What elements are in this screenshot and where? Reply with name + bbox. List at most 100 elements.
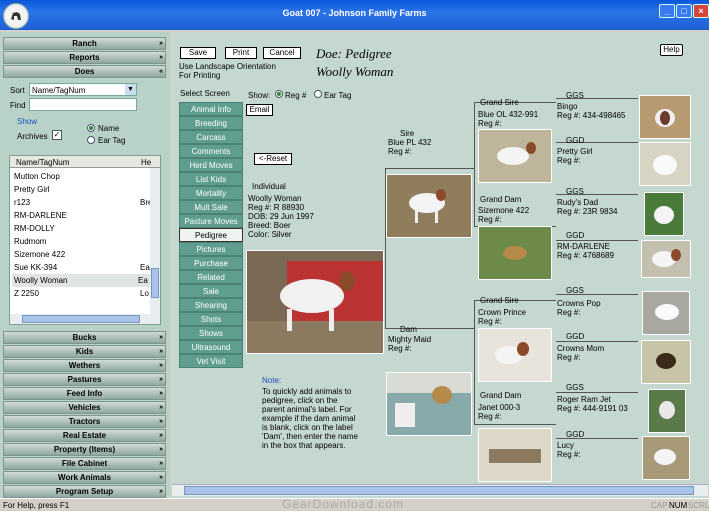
list-item[interactable]: Pretty Girl bbox=[14, 183, 150, 196]
ggs-1-photo[interactable] bbox=[639, 95, 691, 139]
reset-button[interactable]: <-Reset bbox=[254, 153, 292, 165]
section-wethers[interactable]: Wethers» bbox=[3, 359, 166, 372]
grand-dam-1-photo[interactable] bbox=[478, 226, 552, 280]
ggd-2-photo[interactable] bbox=[641, 240, 691, 278]
main-panel: Save Print Cancel Use Landscape Orientat… bbox=[172, 32, 708, 498]
section-file-cabinet[interactable]: File Cabinet» bbox=[3, 457, 166, 470]
radio-name[interactable] bbox=[87, 124, 95, 132]
screen-sale[interactable]: Sale bbox=[179, 284, 243, 298]
section-program-setup[interactable]: Program Setup» bbox=[3, 485, 166, 498]
section-tractors[interactable]: Tractors» bbox=[3, 415, 166, 428]
ggd-3-label[interactable]: GGD bbox=[566, 332, 584, 341]
list-item[interactable]: r123 Bre bbox=[14, 196, 152, 209]
ggd-3-photo[interactable] bbox=[641, 340, 691, 384]
radio-eartag[interactable] bbox=[87, 136, 95, 144]
grand-dam-2-label[interactable]: Grand Dam bbox=[480, 391, 521, 400]
grand-dam-1-label[interactable]: Grand Dam bbox=[480, 195, 521, 204]
ggs-2-label[interactable]: GGS bbox=[566, 187, 584, 196]
ggd-1-label[interactable]: GGD bbox=[566, 136, 584, 145]
screen-vet-visit[interactable]: Vet Visit bbox=[179, 354, 243, 368]
ggs-2-photo[interactable] bbox=[644, 192, 684, 236]
ggs-3-label[interactable]: GGS bbox=[566, 286, 584, 295]
animal-list[interactable]: Name/TagNum He Mutton Chop Pretty Girl r… bbox=[9, 155, 161, 325]
ggd-4-label[interactable]: GGD bbox=[566, 430, 584, 439]
section-property[interactable]: Property (Items)» bbox=[3, 443, 166, 456]
ggs-4-label[interactable]: GGS bbox=[566, 383, 584, 392]
help-button[interactable]: Help bbox=[660, 44, 683, 56]
screen-pasture-moves[interactable]: Pasture Moves bbox=[179, 214, 243, 228]
screen-shows[interactable]: Shows bbox=[179, 326, 243, 340]
screen-mult-sale[interactable]: Mult Sale bbox=[179, 200, 243, 214]
screen-mortality[interactable]: Mortality bbox=[179, 186, 243, 200]
section-reports[interactable]: Reports» bbox=[3, 51, 166, 64]
sort-select[interactable]: Name/TagNum ▼ bbox=[29, 83, 137, 96]
note-body: To quickly add animals to pedigree, clic… bbox=[262, 387, 358, 450]
find-input[interactable] bbox=[29, 98, 137, 111]
chevron-down-icon[interactable]: ▼ bbox=[125, 84, 136, 95]
archives-checkbox[interactable]: ✓ bbox=[52, 130, 62, 140]
main-horizontal-scrollbar[interactable] bbox=[172, 484, 708, 496]
screen-carcass[interactable]: Carcass bbox=[179, 130, 243, 144]
screen-list-kids[interactable]: List Kids bbox=[179, 172, 243, 186]
save-button[interactable]: Save bbox=[180, 47, 216, 59]
horizontal-scrollbar[interactable] bbox=[10, 314, 160, 324]
dam-photo[interactable] bbox=[386, 372, 472, 436]
grand-dam-1-name: Sizemone 422 bbox=[478, 206, 530, 215]
screen-ultrasound[interactable]: Ultrasound bbox=[179, 340, 243, 354]
screen-purchase[interactable]: Purchase bbox=[179, 256, 243, 270]
individual-photo[interactable] bbox=[246, 250, 384, 354]
screen-herd-moves[interactable]: Herd Moves bbox=[179, 158, 243, 172]
list-item[interactable]: Rudmom bbox=[14, 235, 150, 248]
ggd-2-label[interactable]: GGD bbox=[566, 231, 584, 240]
screen-related[interactable]: Related bbox=[179, 270, 243, 284]
grand-sire-1-label[interactable]: Grand Sire bbox=[480, 98, 519, 107]
column-header-he[interactable]: He bbox=[141, 158, 151, 167]
list-item[interactable]: RM-DOLLY bbox=[14, 222, 150, 235]
individual-label[interactable]: Individual bbox=[252, 182, 286, 191]
list-item[interactable]: Mutton Chop bbox=[14, 170, 150, 183]
cancel-button[interactable]: Cancel bbox=[263, 47, 301, 59]
dam-label[interactable]: Dam bbox=[400, 325, 417, 334]
print-button[interactable]: Print bbox=[225, 47, 257, 59]
vertical-scrollbar[interactable] bbox=[150, 168, 160, 314]
email-button[interactable]: Email bbox=[246, 104, 273, 116]
grand-sire-1-photo[interactable] bbox=[478, 129, 552, 183]
section-feed-info[interactable]: Feed Info» bbox=[3, 387, 166, 400]
list-item[interactable]: RM-DARLENE bbox=[14, 209, 150, 222]
list-item-selected[interactable]: Woolly Woman Ea bbox=[12, 274, 150, 287]
minimize-button[interactable]: _ bbox=[659, 4, 675, 18]
list-item[interactable]: Z 2250 Lo bbox=[14, 287, 150, 300]
ggs-3-photo[interactable] bbox=[642, 291, 690, 335]
screen-shearing[interactable]: Shearing bbox=[179, 298, 243, 312]
sire-label[interactable]: Sire bbox=[400, 129, 414, 138]
radio-reg[interactable] bbox=[275, 90, 283, 98]
section-does[interactable]: Does « bbox=[3, 65, 166, 78]
list-item[interactable]: Sue KK-394 Ea bbox=[14, 261, 150, 274]
screen-comments[interactable]: Comments bbox=[179, 144, 243, 158]
maximize-button[interactable]: □ bbox=[676, 4, 692, 18]
sire-photo[interactable] bbox=[386, 174, 472, 238]
column-header-name[interactable]: Name/TagNum bbox=[16, 158, 69, 167]
list-item[interactable]: Sizemone 422 bbox=[14, 248, 150, 261]
close-button[interactable]: × bbox=[693, 4, 709, 18]
screen-breeding[interactable]: Breeding bbox=[179, 116, 243, 130]
section-pastures[interactable]: Pastures» bbox=[3, 373, 166, 386]
screen-pictures[interactable]: Pictures bbox=[179, 242, 243, 256]
ggs-4-photo[interactable] bbox=[648, 389, 686, 433]
radio-ear-tag[interactable] bbox=[314, 90, 322, 98]
ggd-4-photo[interactable] bbox=[642, 436, 690, 480]
section-real-estate[interactable]: Real Estate» bbox=[3, 429, 166, 442]
grand-dam-2-photo[interactable] bbox=[478, 428, 552, 482]
section-ranch[interactable]: Ranch» bbox=[3, 37, 166, 50]
section-bucks[interactable]: Bucks» bbox=[3, 331, 166, 344]
section-vehicles[interactable]: Vehicles» bbox=[3, 401, 166, 414]
section-work-animals[interactable]: Work Animals» bbox=[3, 471, 166, 484]
screen-shots[interactable]: Shots bbox=[179, 312, 243, 326]
screen-pedigree[interactable]: Pedigree bbox=[179, 228, 243, 242]
section-kids[interactable]: Kids» bbox=[3, 345, 166, 358]
grand-sire-2-photo[interactable] bbox=[478, 328, 552, 382]
ggs-1-label[interactable]: GGS bbox=[566, 91, 584, 100]
grand-sire-2-label[interactable]: Grand Sire bbox=[480, 296, 519, 305]
screen-animal-info[interactable]: Animal Info bbox=[179, 102, 243, 116]
ggd-1-photo[interactable] bbox=[639, 142, 691, 186]
